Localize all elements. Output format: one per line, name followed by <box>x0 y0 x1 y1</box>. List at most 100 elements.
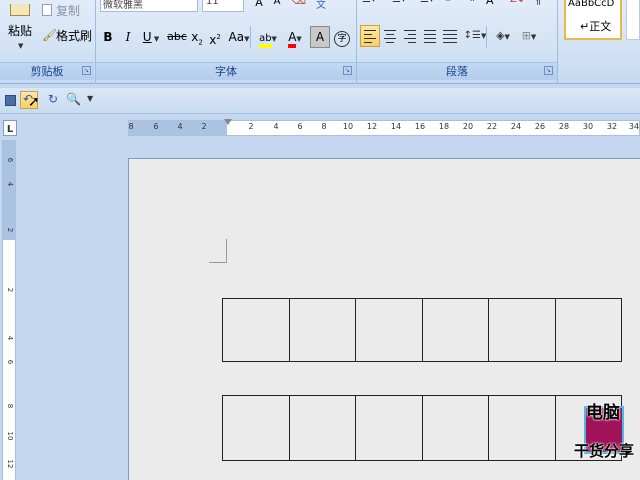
font-name-box[interactable]: 微软雅黑 <box>100 0 198 12</box>
paragraph-group-label: 段落 <box>357 62 557 80</box>
style-preview: AaBbCcD <box>568 0 615 9</box>
strikethrough-button[interactable]: abc <box>166 26 188 48</box>
decrease-indent-button[interactable]: ⇤ <box>446 0 464 10</box>
borders-button[interactable]: ⊞▼ <box>516 25 542 47</box>
change-case-button[interactable]: Aa▼ <box>226 26 252 48</box>
paste-label: 粘贴 <box>8 24 33 38</box>
horizontal-ruler[interactable]: 8 6 4 2 2 4 6 8 10 12 14 16 18 20 22 24 … <box>128 119 640 136</box>
ruler-tick: 4 <box>6 181 14 187</box>
line-spacing-button[interactable]: ↕☰▼ <box>462 25 488 47</box>
style-next[interactable] <box>626 0 640 40</box>
highlight-button[interactable]: ab▼ <box>254 26 282 48</box>
font-color-button[interactable]: A▼ <box>282 26 308 48</box>
grid-cell[interactable] <box>222 395 290 461</box>
grid-row <box>222 395 622 461</box>
ruler-tick: 12 <box>6 459 14 469</box>
ruler-tick: 6 <box>153 122 159 131</box>
paste-button[interactable]: 粘贴 ▼ <box>4 4 38 56</box>
grid-row <box>222 298 622 362</box>
highlight-dropdown-icon: ▼ <box>271 35 277 43</box>
justify-button[interactable] <box>420 25 440 47</box>
grid-cell[interactable] <box>488 298 556 362</box>
ruler-tick: 2 <box>201 122 207 131</box>
divider <box>557 0 558 84</box>
grid-cell[interactable] <box>355 298 423 362</box>
document-page[interactable] <box>128 158 640 480</box>
grow-font-button[interactable]: A <box>250 0 268 10</box>
ruler-tick: 30 <box>582 122 594 131</box>
ribbon: 粘贴 ▼ 复制 🖌 格式刷 剪贴板 ↘ 微软雅黑 11 A A ⌫ 文 B I … <box>0 0 640 84</box>
numbering-button[interactable]: ☰▾ <box>392 0 416 10</box>
ruler-tick: 2 <box>248 122 254 131</box>
grid-cell[interactable] <box>421 395 489 461</box>
grid-cell[interactable] <box>288 395 356 461</box>
format-painter-label: 格式刷 <box>56 29 93 43</box>
style-name: ↵正文 <box>580 20 612 33</box>
shading-button[interactable]: ◈▼ <box>490 25 516 47</box>
redo-button[interactable]: ↻ <box>44 91 62 109</box>
copy-icon <box>42 4 52 16</box>
customize-qat-button[interactable]: ▼ <box>82 91 100 109</box>
ruler-tick: 22 <box>486 122 498 131</box>
tab-selector-button[interactable]: L <box>3 120 17 136</box>
ruler-tick: 4 <box>273 122 279 131</box>
superscript-button[interactable]: x2 <box>206 26 224 48</box>
grid-cell[interactable] <box>421 298 489 362</box>
mouse-cursor-icon: ➚ <box>28 94 40 110</box>
clipboard-group-label: 剪贴板 <box>0 62 94 80</box>
ruler-tick: 4 <box>6 335 14 341</box>
sort-button[interactable]: Z↓ <box>510 0 528 10</box>
save-button[interactable] <box>2 91 20 109</box>
clear-format-button[interactable]: ⌫ <box>290 0 308 10</box>
format-painter-button[interactable]: 🖌 格式刷 <box>42 26 98 44</box>
font-group-label: 字体 <box>96 62 356 80</box>
indent-marker[interactable] <box>224 119 232 125</box>
style-normal[interactable]: AaBbCcD ↵正文 <box>564 0 622 40</box>
show-marks-button[interactable]: ¶ <box>534 0 552 10</box>
increase-indent-button[interactable]: ⇥ <box>466 0 484 10</box>
ruler-tick: 28 <box>558 122 570 131</box>
brush-icon: 🖌 <box>42 28 58 42</box>
ruler-tick: 18 <box>438 122 450 131</box>
italic-button[interactable]: I <box>118 26 138 48</box>
bullets-button[interactable]: ☰▾ <box>362 0 386 10</box>
grid-cell[interactable] <box>222 298 290 362</box>
font-dialog-launcher[interactable]: ↘ <box>343 66 352 75</box>
ruler-tick: 24 <box>510 122 522 131</box>
phonetic-guide-top-button[interactable]: 文 <box>312 0 330 11</box>
copy-button[interactable]: 复制 <box>42 2 92 18</box>
subscript-button[interactable]: x2 <box>188 26 206 48</box>
grid-cell[interactable] <box>488 395 556 461</box>
char-shading-button[interactable]: A <box>310 26 330 48</box>
ruler-tick: 14 <box>390 122 402 131</box>
enclose-char-button[interactable]: 字 <box>332 26 352 48</box>
distributed-button[interactable] <box>440 25 460 47</box>
underline-button[interactable]: U ▼ <box>138 26 164 48</box>
paragraph-dialog-launcher[interactable]: ↘ <box>544 66 553 75</box>
align-center-button[interactable] <box>380 25 400 47</box>
multilevel-list-button[interactable]: ☰▾ <box>420 0 444 10</box>
ruler-tick: 12 <box>366 122 378 131</box>
divider <box>250 26 251 48</box>
margin-corner-mark <box>209 239 227 263</box>
print-preview-button[interactable]: 🔍 <box>62 91 81 109</box>
shrink-font-button[interactable]: A <box>268 0 286 10</box>
clipboard-dialog-launcher[interactable]: ↘ <box>82 66 91 75</box>
ruler-tick: 34 <box>628 122 640 131</box>
grid-cell[interactable] <box>288 298 356 362</box>
save-icon <box>5 95 16 106</box>
align-left-button[interactable] <box>360 25 380 47</box>
grid-cell[interactable] <box>554 298 622 362</box>
ruler-tick: 10 <box>6 431 14 441</box>
vertical-ruler[interactable]: 6 4 2 2 4 6 8 10 12 <box>2 140 16 480</box>
paste-dropdown-icon: ▼ <box>18 42 24 50</box>
underline-label: U <box>142 30 152 44</box>
font-size-box[interactable]: 11 <box>202 0 244 12</box>
highlight-label: ab <box>259 33 272 48</box>
align-right-button[interactable] <box>400 25 420 47</box>
bold-button[interactable]: B <box>98 26 118 48</box>
font-color-dropdown-icon: ▼ <box>296 35 302 43</box>
grid-cell[interactable] <box>355 395 423 461</box>
watermark-logo: 电脑 干货分享 <box>574 396 638 476</box>
asian-layout-button[interactable]: A <box>486 0 504 10</box>
